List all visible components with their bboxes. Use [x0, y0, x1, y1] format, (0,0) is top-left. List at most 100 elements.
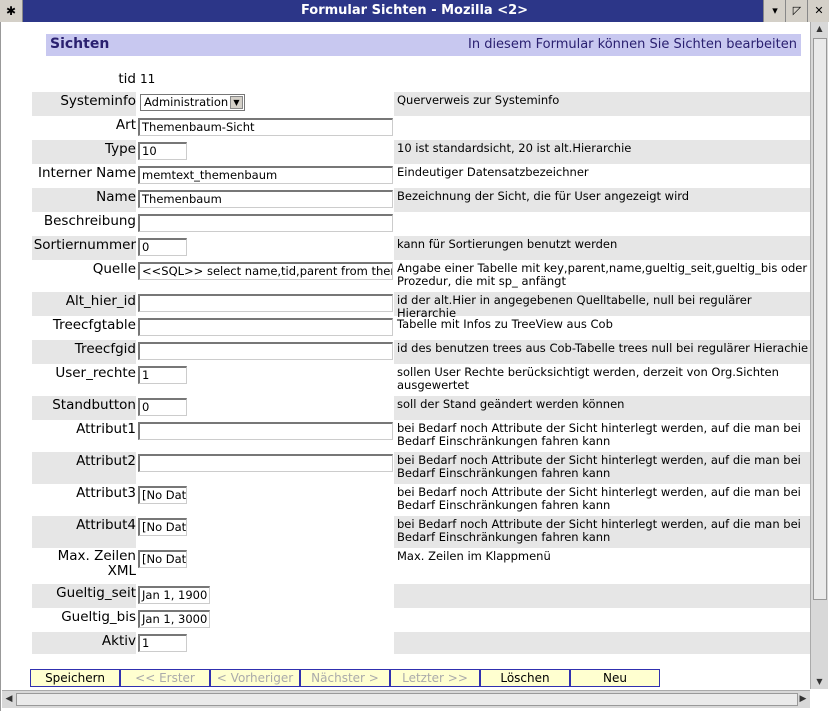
field-description: Eindeutiger Datensatzbezeichner — [397, 165, 589, 179]
field-row-20: Gueltig_bis Jan 1, 3000 — [32, 608, 810, 632]
field-input[interactable] — [138, 318, 393, 336]
minimize-icon[interactable]: ▾ — [763, 0, 786, 22]
field-label: Aktiv — [32, 632, 136, 654]
field-value-cell: Themenbaum-Sicht — [138, 116, 394, 140]
field-label: Alt_hier_id — [32, 292, 136, 316]
field-description: kann für Sortierungen benutzt werden — [394, 236, 810, 260]
hscroll-thumb[interactable] — [16, 693, 798, 706]
field-row-6: Beschreibung — [32, 212, 810, 236]
window-titlebar: ✱ Formular Sichten - Mozilla <2> ▾ ◸ ✕ — [0, 0, 829, 22]
scroll-right-icon[interactable]: ▶ — [796, 691, 810, 708]
field-value-cell: 0 — [138, 236, 394, 260]
field-input[interactable]: Jan 1, 1900 — [138, 586, 210, 604]
button-6[interactable]: Neu — [570, 669, 660, 687]
maximize-icon[interactable]: ◸ — [785, 0, 808, 22]
field-input[interactable]: Themenbaum-Sicht — [138, 118, 393, 136]
scroll-up-icon[interactable]: ▲ — [811, 22, 828, 36]
field-label: Attribut4 — [32, 516, 136, 548]
button-5[interactable]: Löschen — [480, 669, 570, 687]
select-value: Administration — [144, 95, 229, 109]
scroll-thumb[interactable] — [813, 38, 827, 600]
field-input[interactable] — [138, 454, 393, 472]
field-input[interactable]: 0 — [138, 238, 187, 256]
field-input[interactable]: [No Data] — [138, 518, 187, 536]
field-input[interactable]: 1 — [138, 366, 187, 384]
field-input[interactable]: 1 — [138, 634, 187, 652]
field-description: sollen User Rechte berücksichtigt werden… — [397, 365, 779, 392]
field-label: Art — [115, 117, 136, 133]
field-row-19: Gueltig_seit Jan 1, 1900 — [32, 584, 810, 608]
field-description — [394, 584, 810, 608]
field-value-cell: Jan 1, 1900 — [138, 584, 394, 608]
field-input[interactable]: [No Data] — [138, 486, 187, 504]
field-value-cell: Administration ▼ — [138, 92, 394, 116]
field-input[interactable] — [138, 422, 393, 440]
field-input[interactable] — [138, 342, 393, 360]
field-value-cell: [No Data] — [138, 484, 394, 516]
button-1[interactable]: << Erster — [120, 669, 210, 687]
field-input[interactable]: [No Data] — [138, 550, 187, 568]
button-4[interactable]: Letzter >> — [390, 669, 480, 687]
field-row-10: Treecfgtable Tabelle mit Infos zu TreeVie… — [32, 316, 810, 340]
field-input[interactable]: Jan 1, 3000 — [138, 610, 210, 628]
field-description: Querverweis zur Systeminfo — [394, 92, 810, 116]
field-value-cell: memtext_themenbaum — [138, 164, 394, 188]
field-label: Max. Zeilen XML — [57, 548, 136, 579]
field-input[interactable]: Themenbaum — [138, 190, 393, 208]
scroll-down-icon[interactable]: ▼ — [811, 675, 828, 689]
field-input[interactable]: <<SQL>> select name,tid,parent from them… — [138, 262, 393, 280]
field-value-cell: <<SQL>> select name,tid,parent from them… — [138, 260, 394, 292]
window-title: Formular Sichten - Mozilla <2> — [300, 3, 529, 18]
button-3[interactable]: Nächster > — [300, 669, 390, 687]
field-label: Attribut2 — [32, 452, 136, 484]
field-value-cell: 0 — [138, 396, 394, 420]
field-row-15: Attribut2 bei Bedarf noch Attribute der S… — [32, 452, 810, 484]
field-row-9: Alt_hier_id id der alt.Hier in angegebene… — [32, 292, 810, 320]
field-label: Interner Name — [38, 165, 136, 181]
field-value-cell: 1 — [138, 632, 394, 654]
scroll-left-icon[interactable]: ◀ — [2, 691, 16, 708]
field-description: Bezeichnung der Sicht, die für User ange… — [394, 188, 810, 212]
field-label: Gueltig_bis — [61, 609, 136, 625]
systeminfo-select[interactable]: Administration ▼ — [140, 94, 245, 111]
form-header: Sichten In diesem Formular können Sie Si… — [46, 34, 801, 56]
field-description: Max. Zeilen im Klappmenü — [397, 549, 551, 563]
field-row-18: Max. Zeilen XML[No Data] Max. Zeilen im K… — [32, 548, 810, 584]
field-row-0: tid 11 — [32, 70, 810, 92]
field-input[interactable] — [138, 294, 393, 312]
field-value-cell — [138, 420, 394, 452]
field-value-cell: Jan 1, 3000 — [138, 608, 394, 632]
field-label: Sortiernummer — [32, 236, 136, 260]
field-row-11: Treecfgid id des benutzen trees aus Cob-T… — [32, 340, 810, 364]
field-row-16: Attribut3[No Data] bei Bedarf noch Attrib… — [32, 484, 810, 516]
field-row-1: Systeminfo Administration ▼ Querverweis zur… — [32, 92, 810, 116]
field-input[interactable]: 0 — [138, 398, 187, 416]
field-input[interactable] — [138, 214, 393, 232]
field-description: bei Bedarf noch Attribute der Sicht hint… — [397, 485, 801, 512]
field-description: 10 ist standardsicht, 20 ist alt.Hierarc… — [394, 140, 810, 164]
field-value: 11 — [140, 72, 156, 86]
close-icon[interactable]: ✕ — [807, 0, 829, 22]
field-row-4: Interner Name memtext_themenbaum Eindeutig… — [32, 164, 810, 188]
vertical-scrollbar[interactable]: ▲ ▼ — [810, 22, 828, 689]
field-label: Attribut3 — [76, 485, 136, 501]
field-description: id des benutzen trees aus Cob-Tabelle tr… — [394, 340, 810, 364]
field-label: Treecfgtable — [52, 317, 136, 333]
field-value-cell — [138, 452, 394, 484]
field-row-14: Attribut1 bei Bedarf noch Attribute der S… — [32, 420, 810, 452]
form-subtitle: In diesem Formular können Sie Sichten be… — [467, 37, 797, 52]
horizontal-scrollbar[interactable]: ◀ ▶ — [2, 690, 810, 708]
button-2[interactable]: < Vorheriger — [210, 669, 300, 687]
field-label: Attribut1 — [76, 421, 136, 437]
chevron-down-icon[interactable]: ▼ — [230, 96, 243, 109]
field-input[interactable]: memtext_themenbaum — [138, 166, 393, 184]
button-0[interactable]: Speichern — [30, 669, 120, 687]
field-value-cell: [No Data] — [138, 516, 394, 548]
field-description: Angabe einer Tabelle mit key,parent,name… — [397, 261, 808, 288]
field-row-17: Attribut4[No Data] bei Bedarf noch Attrib… — [32, 516, 810, 548]
field-row-3: Type 10 10 ist standardsicht, 20 ist alt.H… — [32, 140, 810, 164]
field-label: Type — [32, 140, 136, 164]
field-description: bei Bedarf noch Attribute der Sicht hint… — [397, 421, 801, 448]
field-row-7: Sortiernummer 0 kann für Sortierungen benu… — [32, 236, 810, 260]
field-input[interactable]: 10 — [138, 142, 187, 160]
